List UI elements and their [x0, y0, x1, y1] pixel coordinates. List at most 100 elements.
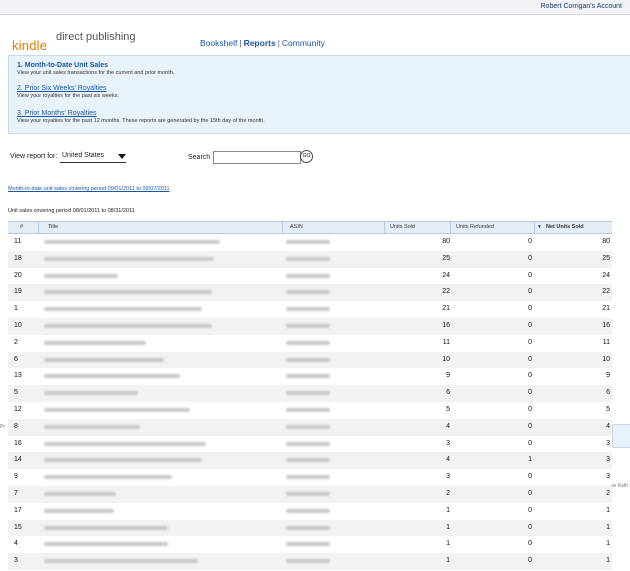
row-number: 7	[14, 489, 18, 497]
units-sold: 6	[446, 389, 450, 397]
report-desc: View your royalties for the past six wee…	[17, 93, 119, 99]
redacted-asin	[286, 525, 330, 530]
row-number: 15	[14, 523, 22, 531]
table-row: 4 1 0 1	[8, 536, 612, 553]
redacted-title[interactable]	[44, 374, 180, 379]
units-sold: 21	[442, 305, 450, 313]
units-sold: 11	[442, 338, 450, 346]
units-sold: 24	[442, 271, 450, 279]
units-sold: 1	[446, 523, 450, 531]
table-row: 10 16 0 16	[8, 317, 612, 335]
units-refunded: 0	[528, 372, 532, 380]
units-refunded: 1	[528, 456, 532, 464]
redacted-asin	[286, 391, 330, 396]
sort-desc-icon[interactable]: ▾	[538, 224, 541, 230]
units-refunded: 0	[528, 439, 532, 447]
redacted-title[interactable]	[44, 559, 198, 564]
table-row: 17 1 0 1	[8, 503, 612, 520]
redacted-asin	[286, 374, 330, 379]
top-bar: Robert Corrigan's Account	[0, 0, 630, 15]
units-refunded: 0	[528, 271, 532, 279]
redacted-title[interactable]	[44, 525, 168, 530]
report-item-six-weeks: 2. Prior Six Weeks' Royalties View your …	[17, 85, 119, 99]
nav-reports[interactable]: Reports	[244, 38, 276, 48]
net-units-sold: 1	[606, 557, 610, 565]
redacted-title[interactable]	[44, 407, 190, 412]
nav-community[interactable]: Community	[282, 38, 325, 48]
row-number: 11	[14, 238, 22, 245]
units-sold: 10	[442, 355, 450, 363]
row-number: 19	[14, 288, 22, 296]
redacted-title[interactable]	[44, 458, 202, 463]
chevron-down-icon	[118, 154, 126, 159]
side-panel-fragment	[612, 424, 630, 448]
net-units-sold: 11	[602, 338, 610, 346]
units-refunded: 0	[528, 254, 532, 262]
redacted-title[interactable]	[44, 307, 202, 312]
redacted-asin	[286, 458, 330, 463]
main-nav: Bookshelf | Reports | Community	[200, 38, 325, 48]
net-units-sold: 5	[606, 405, 610, 413]
redacted-title[interactable]	[44, 508, 114, 513]
col-header-units-sold[interactable]: Units Sold	[390, 224, 415, 230]
net-units-sold: 3	[606, 456, 610, 464]
col-header-num[interactable]: #	[20, 224, 23, 230]
col-header-title[interactable]: Title	[48, 224, 58, 230]
search-label: Search	[188, 154, 211, 161]
redacted-title[interactable]	[44, 475, 172, 480]
table-header: # Title ASIN Units Sold Units Refunded ▾…	[8, 221, 612, 234]
marketplace-select[interactable]: United States	[60, 150, 126, 163]
units-sold: 2	[446, 489, 450, 497]
redacted-title[interactable]	[44, 391, 138, 396]
redacted-title[interactable]	[44, 491, 116, 496]
report-title[interactable]: 3. Prior Months' Royalties	[17, 110, 265, 117]
units-refunded: 0	[528, 422, 532, 430]
col-header-asin[interactable]: ASIN	[290, 224, 303, 230]
row-number: 1	[14, 305, 18, 313]
redacted-title[interactable]	[44, 323, 212, 328]
report-title[interactable]: 2. Prior Six Weeks' Royalties	[17, 85, 119, 92]
redacted-asin	[286, 240, 330, 244]
row-number: 12	[14, 405, 22, 413]
units-refunded: 0	[528, 506, 532, 514]
redacted-title[interactable]	[44, 542, 168, 547]
redacted-title[interactable]	[44, 273, 118, 278]
table-row: 8 4 0 4	[8, 418, 612, 436]
col-header-units-refunded[interactable]: Units Refunded	[456, 224, 494, 230]
col-header-net-units[interactable]: Net Units Sold	[546, 224, 584, 230]
table-row: 19 22 0 22	[8, 284, 612, 302]
redacted-asin	[286, 323, 330, 328]
redacted-title[interactable]	[44, 441, 206, 446]
search-input[interactable]	[213, 151, 301, 164]
redacted-asin	[286, 357, 330, 362]
table-row: 2 11 0 11	[8, 335, 612, 352]
units-refunded: 0	[528, 540, 532, 548]
net-units-sold: 21	[602, 305, 610, 313]
units-sold: 16	[442, 321, 450, 329]
redacted-asin	[286, 307, 330, 312]
report-title[interactable]: 1. Month-to-Date Unit Sales	[17, 62, 174, 69]
kdp-logo[interactable]: kindle direct publishing	[12, 30, 142, 54]
redacted-title[interactable]	[44, 357, 164, 362]
row-number: 18	[14, 254, 22, 262]
net-units-sold: 25	[602, 254, 610, 262]
net-units-sold: 1	[606, 540, 610, 548]
redacted-asin	[286, 491, 330, 496]
account-link[interactable]: Robert Corrigan's Account	[541, 3, 623, 10]
redacted-title[interactable]	[44, 240, 220, 244]
nav-bookshelf[interactable]: Bookshelf	[200, 38, 237, 48]
redacted-title[interactable]	[44, 256, 214, 261]
row-number: 3	[14, 557, 18, 565]
redacted-title[interactable]	[44, 424, 140, 429]
units-sold: 1	[446, 540, 450, 548]
table-row: 18 25 0 25	[8, 250, 612, 268]
redacted-title[interactable]	[44, 290, 212, 295]
units-refunded: 0	[528, 338, 532, 346]
period-link[interactable]: Month-to-date unit sales covering period…	[8, 186, 170, 192]
redacted-title[interactable]	[44, 340, 146, 345]
units-sold: 9	[446, 372, 450, 380]
left-fragment-text: Pr	[0, 424, 5, 430]
search-go-button[interactable]: GO	[300, 150, 313, 163]
units-refunded: 0	[528, 321, 532, 329]
units-refunded: 0	[528, 405, 532, 413]
